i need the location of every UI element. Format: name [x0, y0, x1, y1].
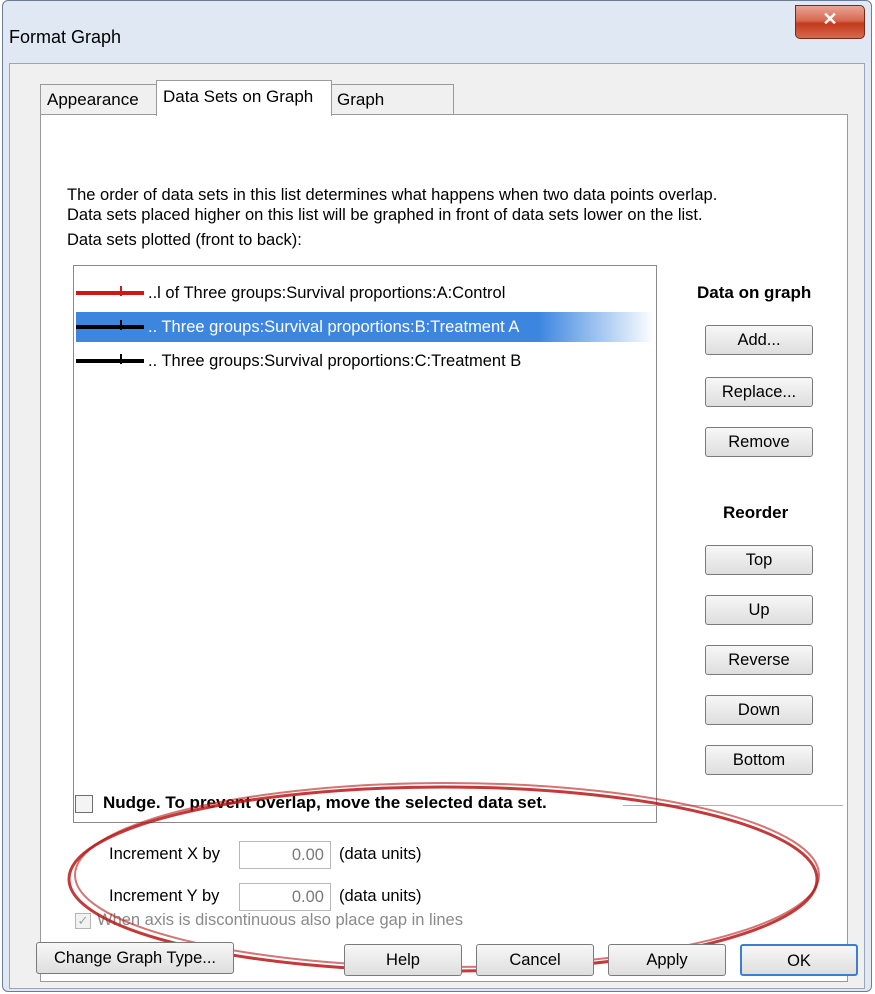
- list-item[interactable]: ..l of Three groups:Survival proportions…: [76, 278, 654, 308]
- black-line-swatch-icon: [76, 354, 144, 364]
- add-button[interactable]: Add...: [705, 325, 813, 355]
- nudge-checkbox[interactable]: [75, 795, 93, 813]
- list-item-selected[interactable]: .. Three groups:Survival proportions:B:T…: [76, 312, 654, 342]
- list-item-text: .. Three groups:Survival proportions:C:T…: [148, 352, 522, 370]
- title-bar: Format Graph ✕: [3, 1, 871, 71]
- list-item-text: ..l of Three groups:Survival proportions…: [148, 284, 506, 302]
- increment-x-units: (data units): [339, 845, 422, 863]
- ok-button[interactable]: OK: [740, 944, 858, 976]
- help-button[interactable]: Help: [344, 944, 462, 976]
- top-button[interactable]: Top: [705, 545, 813, 575]
- apply-button[interactable]: Apply: [608, 944, 726, 976]
- remove-button[interactable]: Remove: [705, 427, 813, 457]
- increment-y-label: Increment Y by: [109, 887, 220, 905]
- format-graph-dialog: Format Graph ✕ Appearance Data Sets on G…: [2, 0, 872, 992]
- bottom-button[interactable]: Bottom: [705, 745, 813, 775]
- reorder-heading: Reorder: [723, 503, 789, 522]
- tab-graph-settings[interactable]: Graph Settings: [330, 84, 454, 139]
- up-button[interactable]: Up: [705, 595, 813, 625]
- intro-line-1: The order of data sets in this list dete…: [67, 186, 718, 204]
- list-item[interactable]: .. Three groups:Survival proportions:C:T…: [76, 346, 654, 376]
- replace-button[interactable]: Replace...: [705, 377, 813, 407]
- gap-label: When axis is discontinuous also place ga…: [97, 911, 463, 929]
- list-item-text: .. Three groups:Survival proportions:B:T…: [148, 318, 520, 336]
- red-line-swatch-icon: [76, 286, 144, 296]
- close-button[interactable]: ✕: [795, 5, 865, 39]
- black-line-swatch-icon: [76, 320, 144, 330]
- check-icon: ✓: [77, 913, 89, 928]
- data-on-graph-heading: Data on graph: [697, 283, 812, 302]
- reverse-button[interactable]: Reverse: [705, 645, 813, 675]
- gap-checkbox[interactable]: ✓: [75, 913, 91, 929]
- tab-appearance[interactable]: Appearance: [40, 84, 158, 114]
- increment-x-input[interactable]: 0.00: [239, 841, 331, 869]
- increment-y-input[interactable]: 0.00: [239, 883, 331, 911]
- increment-x-label: Increment X by: [109, 845, 220, 863]
- nudge-separator: [623, 805, 843, 806]
- data-sets-list[interactable]: ..l of Three groups:Survival proportions…: [73, 265, 657, 823]
- cancel-button[interactable]: Cancel: [476, 944, 594, 976]
- tab-data-sets-on-graph[interactable]: Data Sets on Graph: [156, 80, 332, 116]
- tab-panel: The order of data sets in this list dete…: [40, 114, 848, 982]
- close-icon: ✕: [822, 9, 838, 29]
- down-button[interactable]: Down: [705, 695, 813, 725]
- intro-line-2: Data sets placed higher on this list wil…: [67, 206, 703, 224]
- nudge-label: Nudge. To prevent overlap, move the sele…: [103, 793, 547, 812]
- dialog-body: Appearance Data Sets on Graph Graph Sett…: [9, 63, 865, 989]
- increment-y-units: (data units): [339, 887, 422, 905]
- window-title: Format Graph: [9, 27, 122, 47]
- change-graph-type-button[interactable]: Change Graph Type...: [36, 942, 234, 974]
- intro-text: The order of data sets in this list dete…: [67, 185, 717, 225]
- data-sets-plotted-label: Data sets plotted (front to back):: [67, 231, 302, 249]
